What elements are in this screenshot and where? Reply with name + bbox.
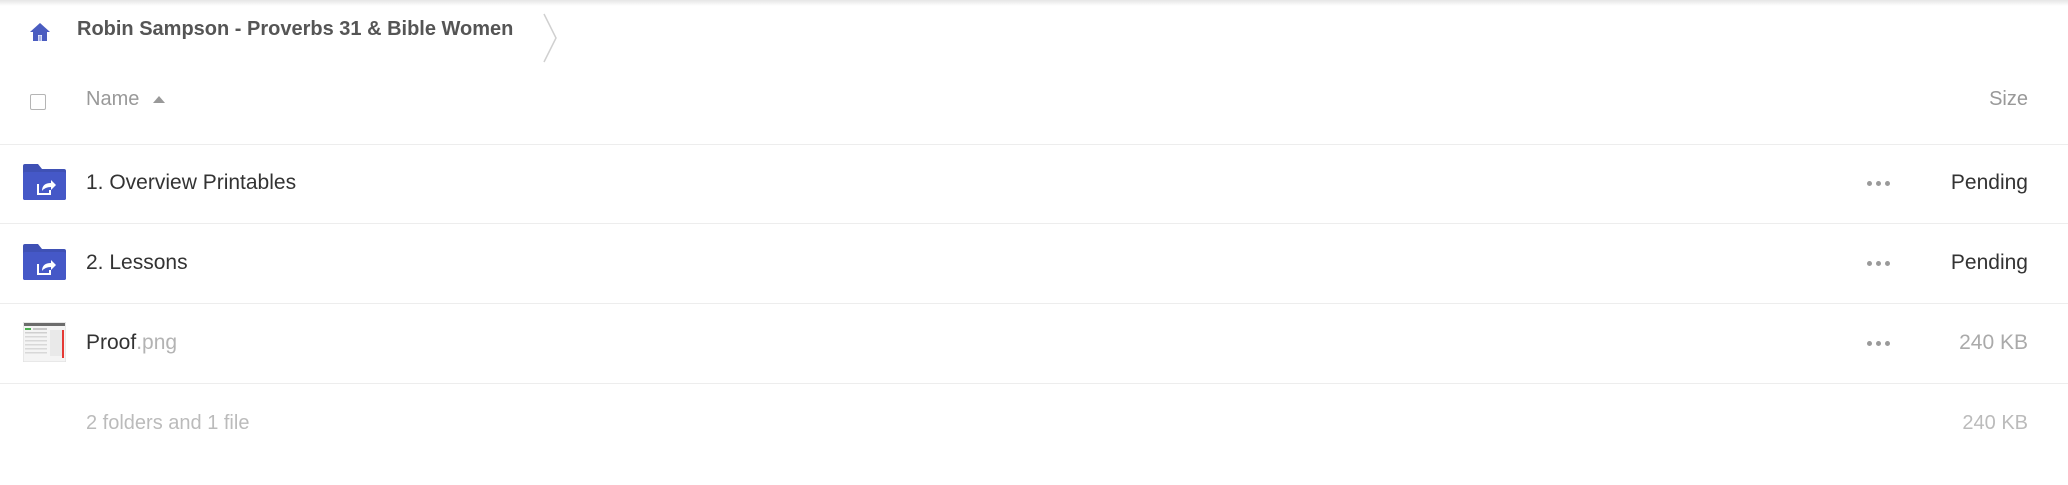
file-row[interactable]: 2. Lessons Pending xyxy=(0,224,2068,304)
breadcrumb-separator-icon xyxy=(543,13,557,63)
more-dot-icon xyxy=(1866,180,1872,186)
row-actions-menu-button[interactable] xyxy=(1862,249,1894,277)
file-row[interactable]: Proof.png 240 KB xyxy=(0,304,2068,384)
file-size: Pending xyxy=(1950,171,2028,194)
row-actions-menu-button[interactable] xyxy=(1862,169,1894,197)
file-name[interactable]: Proof.png xyxy=(86,331,177,355)
file-name-text: 2. Lessons xyxy=(86,251,188,274)
file-name[interactable]: 2. Lessons xyxy=(86,251,188,275)
more-dot-icon xyxy=(1866,340,1872,346)
more-dot-icon xyxy=(1884,180,1890,186)
total-size-summary: 240 KB xyxy=(1962,412,2028,434)
more-dot-icon xyxy=(1875,260,1881,266)
file-list-header: Name Size xyxy=(0,64,2068,145)
more-dot-icon xyxy=(1866,260,1872,266)
file-size: Pending xyxy=(1950,251,2028,274)
size-column-header[interactable]: Size xyxy=(1989,88,2028,111)
file-count-summary: 2 folders and 1 file xyxy=(86,412,250,434)
top-shadow xyxy=(0,0,2068,6)
sort-ascending-icon xyxy=(153,96,166,103)
file-name-text: Proof xyxy=(86,331,137,354)
name-column-header[interactable]: Name xyxy=(86,88,166,111)
select-all-checkbox[interactable] xyxy=(30,94,46,110)
more-dot-icon xyxy=(1875,180,1881,186)
name-column-label: Name xyxy=(86,88,140,110)
file-name-text: 1. Overview Printables xyxy=(86,171,297,194)
home-icon xyxy=(30,23,50,41)
row-actions-menu-button[interactable] xyxy=(1862,329,1894,357)
file-extension: .png xyxy=(136,331,178,354)
image-thumbnail xyxy=(23,322,66,362)
file-row[interactable]: 1. Overview Printables Pending xyxy=(0,144,2068,224)
breadcrumb-current-folder[interactable]: Robin Sampson - Proverbs 31 & Bible Wome… xyxy=(77,18,513,41)
file-name[interactable]: 1. Overview Printables xyxy=(86,171,296,195)
more-dot-icon xyxy=(1875,340,1881,346)
file-size: 240 KB xyxy=(1959,331,2028,354)
shared-folder-icon xyxy=(23,244,66,280)
files-page: Robin Sampson - Proverbs 31 & Bible Wome… xyxy=(0,0,2068,485)
home-button[interactable] xyxy=(26,18,54,46)
more-dot-icon xyxy=(1884,340,1890,346)
shared-folder-icon xyxy=(23,164,66,200)
more-dot-icon xyxy=(1884,260,1890,266)
